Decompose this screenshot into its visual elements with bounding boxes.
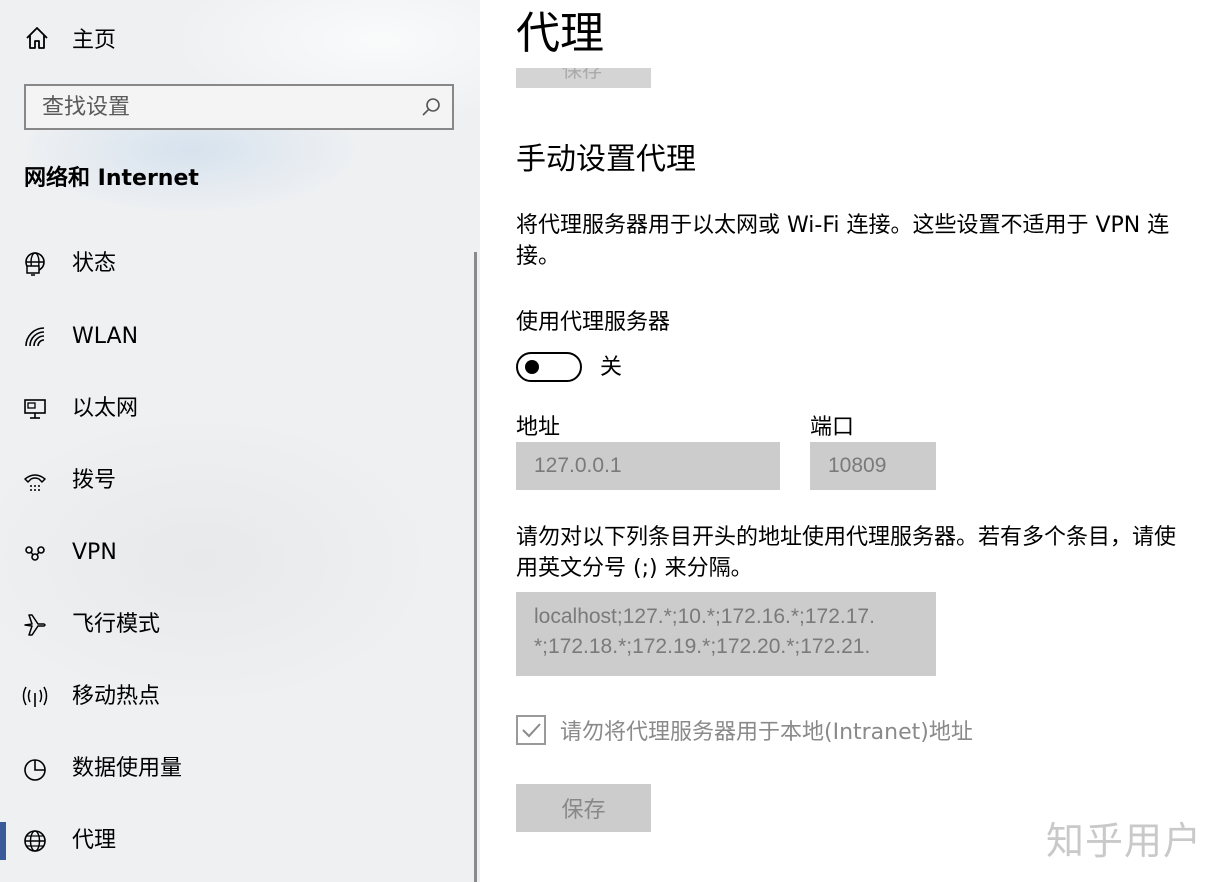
sidebar-item-data-usage[interactable]: 数据使用量 xyxy=(0,742,474,796)
sidebar-item-label: 数据使用量 xyxy=(72,756,183,781)
toggle-knob xyxy=(525,360,539,374)
sidebar-item-label: 代理 xyxy=(72,828,117,853)
sidebar-item-wlan[interactable]: WLAN xyxy=(0,310,474,364)
sidebar-item-dialup[interactable]: 拨号 xyxy=(0,454,474,508)
sidebar-item-ethernet[interactable]: 以太网 xyxy=(0,382,474,436)
bypass-local-checkbox[interactable] xyxy=(516,715,546,745)
sidebar-item-label: 状态 xyxy=(72,251,117,276)
sidebar-item-label: 飞行模式 xyxy=(72,612,161,637)
address-input[interactable]: 127.0.0.1 xyxy=(516,442,780,490)
sidebar-item-home[interactable]: 主页 xyxy=(24,20,116,56)
hotspot-icon xyxy=(22,686,48,707)
data-usage-icon xyxy=(24,759,46,781)
top-save-button-label: 保存 xyxy=(562,68,602,82)
exceptions-description: 请勿对以下列条目开头的地址使用代理服务器。若有多个条目，请使用英文分号 (;) … xyxy=(516,525,1177,581)
bypass-local-checkbox-row[interactable]: 请勿将代理服务器用于本地(Intranet)地址 xyxy=(516,714,973,746)
airplane-icon xyxy=(24,614,46,636)
exceptions-textarea[interactable]: localhost;127.*;10.*;172.16.*;172.17. *;… xyxy=(516,592,936,676)
sidebar-scrollbar[interactable] xyxy=(474,252,477,882)
watermark: 知乎用户 xyxy=(1046,819,1203,863)
manual-proxy-title: 手动设置代理 xyxy=(516,142,696,177)
sidebar-item-status[interactable]: 状态 xyxy=(0,237,474,291)
sidebar-item-mobile-hotspot[interactable]: 移动热点 xyxy=(0,670,474,724)
section-title: 网络和 Internet xyxy=(24,166,199,191)
content-pane: 代理 保存 手动设置代理 将代理服务器用于以太网或 Wi-Fi 连接。这些设置不… xyxy=(480,0,1230,882)
toggle-state-label: 关 xyxy=(600,355,623,380)
sidebar-item-airplane-mode[interactable]: 飞行模式 xyxy=(0,598,474,652)
dialup-icon xyxy=(24,474,46,491)
port-label: 端口 xyxy=(810,415,855,440)
sidebar-item-label: 拨号 xyxy=(72,468,117,493)
sidebar-item-vpn[interactable]: VPN xyxy=(0,526,474,580)
manual-proxy-description: 将代理服务器用于以太网或 Wi-Fi 连接。这些设置不适用于 VPN 连接。 xyxy=(516,213,1170,269)
top-save-button[interactable]: 保存 xyxy=(516,68,651,88)
ethernet-icon xyxy=(24,399,46,419)
active-indicator xyxy=(0,822,6,860)
search-icon[interactable] xyxy=(420,96,442,118)
use-proxy-toggle[interactable] xyxy=(516,352,582,382)
search-input[interactable] xyxy=(26,86,412,128)
sidebar-item-label: 以太网 xyxy=(72,396,139,421)
port-input[interactable]: 10809 xyxy=(810,442,936,490)
home-label: 主页 xyxy=(72,28,117,53)
globe-icon xyxy=(24,830,46,852)
checkmark-icon xyxy=(522,723,541,738)
sidebar-item-label: VPN xyxy=(72,540,117,565)
sidebar-item-label: WLAN xyxy=(72,324,139,349)
bypass-local-label: 请勿将代理服务器用于本地(Intranet)地址 xyxy=(560,720,973,745)
page-title: 代理 xyxy=(516,8,604,59)
sidebar-item-proxy[interactable]: 代理 xyxy=(0,814,474,868)
search-box xyxy=(24,84,454,130)
vpn-icon xyxy=(25,546,45,561)
sidebar-item-label: 移动热点 xyxy=(72,684,161,709)
home-icon xyxy=(26,27,48,49)
save-button[interactable]: 保存 xyxy=(516,784,651,832)
use-proxy-label: 使用代理服务器 xyxy=(516,310,671,335)
globe-monitor-icon xyxy=(25,252,45,276)
sidebar: 主页 网络和 Internet 状态 WLAN xyxy=(0,0,480,882)
address-label: 地址 xyxy=(516,415,561,440)
wifi-icon xyxy=(25,327,45,347)
